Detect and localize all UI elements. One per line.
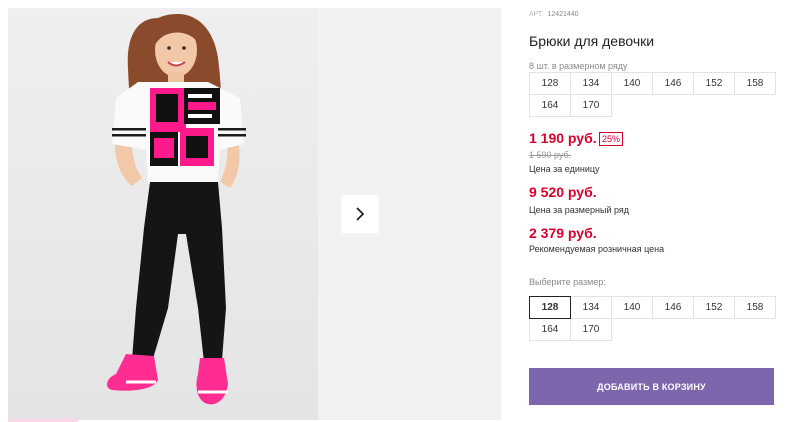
sku-line: АРТ. 12421440	[529, 11, 579, 18]
pack-size-cell: 134	[570, 72, 612, 95]
size-option[interactable]: 134	[570, 296, 612, 319]
product-gallery	[0, 0, 502, 422]
pack-size-grid: 128 134 140 146 152 158 164 170	[529, 72, 779, 118]
size-option[interactable]: 158	[734, 296, 776, 319]
discount-badge: 25%	[599, 132, 624, 146]
size-picker-row: 164 170	[529, 318, 779, 342]
size-option[interactable]: 170	[570, 318, 612, 341]
gallery-next-button[interactable]	[341, 195, 379, 233]
product-photo	[8, 8, 318, 420]
chevron-right-icon	[356, 207, 365, 221]
sku-value: 12421440	[547, 11, 579, 18]
size-option[interactable]: 152	[693, 296, 735, 319]
size-option[interactable]: 146	[652, 296, 694, 319]
unit-price-caption: Цена за единицу	[529, 164, 600, 174]
pack-size-cell: 146	[652, 72, 694, 95]
old-price: 1 590 руб.	[529, 150, 572, 160]
pack-size-cell: 164	[529, 94, 571, 117]
retail-price-caption: Рекомендуемая розничная цена	[529, 244, 665, 254]
pack-note: 8 шт. в размерном ряду	[529, 61, 628, 71]
size-picker: 128 134 140 146 152 158 164 170	[529, 296, 779, 342]
pack-size-row: 128 134 140 146 152 158	[529, 72, 779, 95]
pack-price-caption: Цена за размерный ряд	[529, 205, 630, 215]
pack-size-cell: 158	[734, 72, 776, 95]
choose-size-label: Выберите размер:	[529, 277, 606, 287]
thumbnail-strip	[8, 418, 78, 422]
size-picker-row: 128 134 140 146 152 158	[529, 296, 779, 319]
pack-size-cell: 128	[529, 72, 571, 95]
pack-price: 9 520 руб.	[529, 184, 597, 200]
sku-label: АРТ.	[529, 11, 544, 18]
pack-size-cell: 152	[693, 72, 735, 95]
product-title: Брюки для девочки	[529, 33, 655, 49]
size-option[interactable]: 140	[611, 296, 653, 319]
size-option[interactable]: 164	[529, 318, 571, 341]
pack-size-row: 164 170	[529, 94, 779, 118]
pack-size-cell: 170	[570, 94, 612, 117]
girl-in-tshirt-and-pants-image	[8, 8, 318, 420]
unit-price: 1 190 руб.	[529, 130, 597, 146]
retail-price: 2 379 руб.	[529, 225, 597, 241]
size-option-selected[interactable]: 128	[529, 296, 571, 319]
pack-size-cell: 140	[611, 72, 653, 95]
add-to-cart-button[interactable]: ДОБАВИТЬ В КОРЗИНУ	[529, 368, 774, 405]
